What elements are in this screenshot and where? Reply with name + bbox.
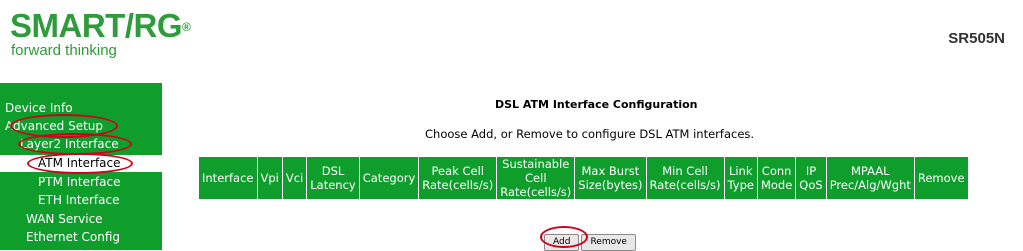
sidebar-item-layer2-interface[interactable]: Layer2 Interface [20, 136, 119, 153]
column-header-line: Prec/Alg/Wght [829, 178, 911, 192]
column-header-line: Link [728, 164, 753, 178]
page-title: DSL ATM Interface Configuration [495, 98, 698, 111]
column-header-line: Vci [285, 171, 304, 185]
logo-name-right: RG [133, 7, 183, 44]
sidebar-nav: Device Info Advanced Setup Layer2 Interf… [0, 83, 162, 250]
column-header-line: Interface [202, 171, 254, 185]
sidebar-item-ethernet-config[interactable]: Ethernet Config [26, 229, 120, 246]
column-header: Category [358, 156, 420, 200]
column-header: Interface [198, 156, 258, 200]
column-header: Max Burst Size(bytes) [574, 156, 647, 200]
logo-slash: / [124, 7, 134, 44]
logo-wordmark: SMART/RG® [10, 7, 191, 44]
smartrg-logo: SMART/RG® forward thinking [10, 7, 191, 59]
logo-name-left: SMART [10, 7, 125, 44]
logo-tagline: forward thinking [11, 42, 117, 59]
sidebar-item-atm-interface[interactable]: ATM Interface [0, 155, 162, 172]
column-header: Peak Cell Rate(cells/s) [418, 156, 498, 200]
column-header-line: DSL [321, 164, 345, 178]
column-header-line: Rate(cells/s) [649, 178, 721, 192]
column-header: Link Type [723, 156, 758, 200]
column-header: Vpi [256, 156, 283, 200]
column-header-line: Type [727, 178, 754, 192]
column-header-line: Latency [310, 178, 356, 192]
column-header-line: Max Burst [581, 164, 640, 178]
column-header-line: Remove [917, 171, 965, 185]
registered-mark: ® [182, 20, 191, 34]
column-header: Min Cell Rate(cells/s) [645, 156, 725, 200]
sidebar-item-advanced-setup[interactable]: Advanced Setup [5, 118, 103, 135]
column-header-line: Cell [525, 171, 547, 185]
table-body [199, 200, 969, 213]
sidebar-item-eth-interface[interactable]: ETH Interface [38, 192, 119, 209]
column-header-line: Size(bytes) [578, 178, 643, 192]
column-header: Conn Mode [756, 156, 797, 200]
column-header: DSL Latency [306, 156, 360, 200]
column-header: IP QoS [795, 156, 827, 200]
column-header-line: Rate(cells/s) [422, 178, 494, 192]
column-header: MPAAL Prec/Alg/Wght [825, 156, 915, 200]
device-model: SR505N [948, 30, 1005, 47]
sidebar-item-wan-service[interactable]: WAN Service [26, 211, 103, 228]
column-header-line: Sustainable [502, 157, 570, 171]
column-header-line: Peak Cell [431, 164, 484, 178]
page-instructions: Choose Add, or Remove to configure DSL A… [425, 127, 755, 141]
column-header-line: Min Cell [662, 164, 708, 178]
column-header: Remove [913, 156, 969, 200]
column-header-line: IP [805, 164, 817, 178]
column-header-line: Category [362, 171, 416, 185]
action-buttons: Add Remove [544, 229, 638, 251]
column-header: Vci [281, 156, 308, 200]
column-header-line: QoS [799, 178, 823, 192]
table-header-row: Interface Vpi Vci DSL Latency Category Peak Ce… [198, 156, 969, 200]
column-header-line: Vpi [260, 171, 279, 185]
add-button[interactable]: Add [544, 234, 580, 251]
remove-button[interactable]: Remove [581, 234, 636, 251]
sidebar-item-ptm-interface[interactable]: PTM Interface [38, 174, 120, 191]
sidebar-item-device-info[interactable]: Device Info [5, 100, 73, 117]
column-header: Sustainable Cell Rate(cells/s) [496, 156, 576, 200]
column-header-line: Conn [761, 164, 792, 178]
atm-interface-table: Interface Vpi Vci DSL Latency Category Peak Ce… [198, 156, 969, 213]
column-header-line: MPAAL [850, 164, 890, 178]
column-header-line: Rate(cells/s) [500, 185, 572, 199]
column-header-line: Mode [760, 178, 793, 192]
